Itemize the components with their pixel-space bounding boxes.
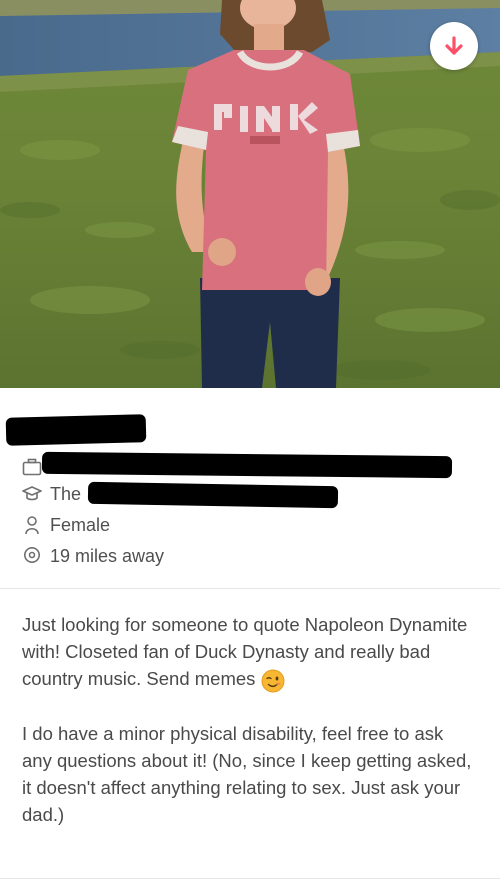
- gender-text: Female: [50, 514, 111, 535]
- briefcase-icon: [22, 457, 42, 477]
- school-row: The: [22, 481, 81, 507]
- bio-paragraph-1: Just looking for someone to quote Napole…: [22, 611, 478, 693]
- person-icon: [22, 515, 42, 535]
- gender-row: Female: [22, 512, 110, 538]
- collapse-profile-button[interactable]: [430, 22, 478, 70]
- bio-paragraph-1-text: Just looking for someone to quote Napole…: [22, 614, 468, 689]
- school-prefix: The: [50, 483, 82, 504]
- bio-section: Just looking for someone to quote Napole…: [22, 611, 478, 828]
- bio-paragraph-2: I do have a minor physical disability, f…: [22, 720, 478, 828]
- redacted-name: [5, 414, 147, 446]
- redacted-job: [41, 451, 453, 479]
- section-divider: [0, 588, 500, 589]
- bottom-divider: [0, 878, 500, 879]
- winking-face-emoji: [261, 669, 285, 693]
- graduation-cap-icon: [22, 484, 42, 504]
- bio-paragraph-2-text: I do have a minor physical disability, f…: [22, 723, 472, 826]
- distance-row: 19 miles away: [22, 543, 164, 569]
- distance-text: 19 miles away: [50, 545, 165, 566]
- redacted-school: [87, 481, 339, 509]
- location-pin-icon: [22, 546, 42, 566]
- arrow-down-icon: [443, 35, 465, 57]
- profile-photo[interactable]: [0, 0, 500, 388]
